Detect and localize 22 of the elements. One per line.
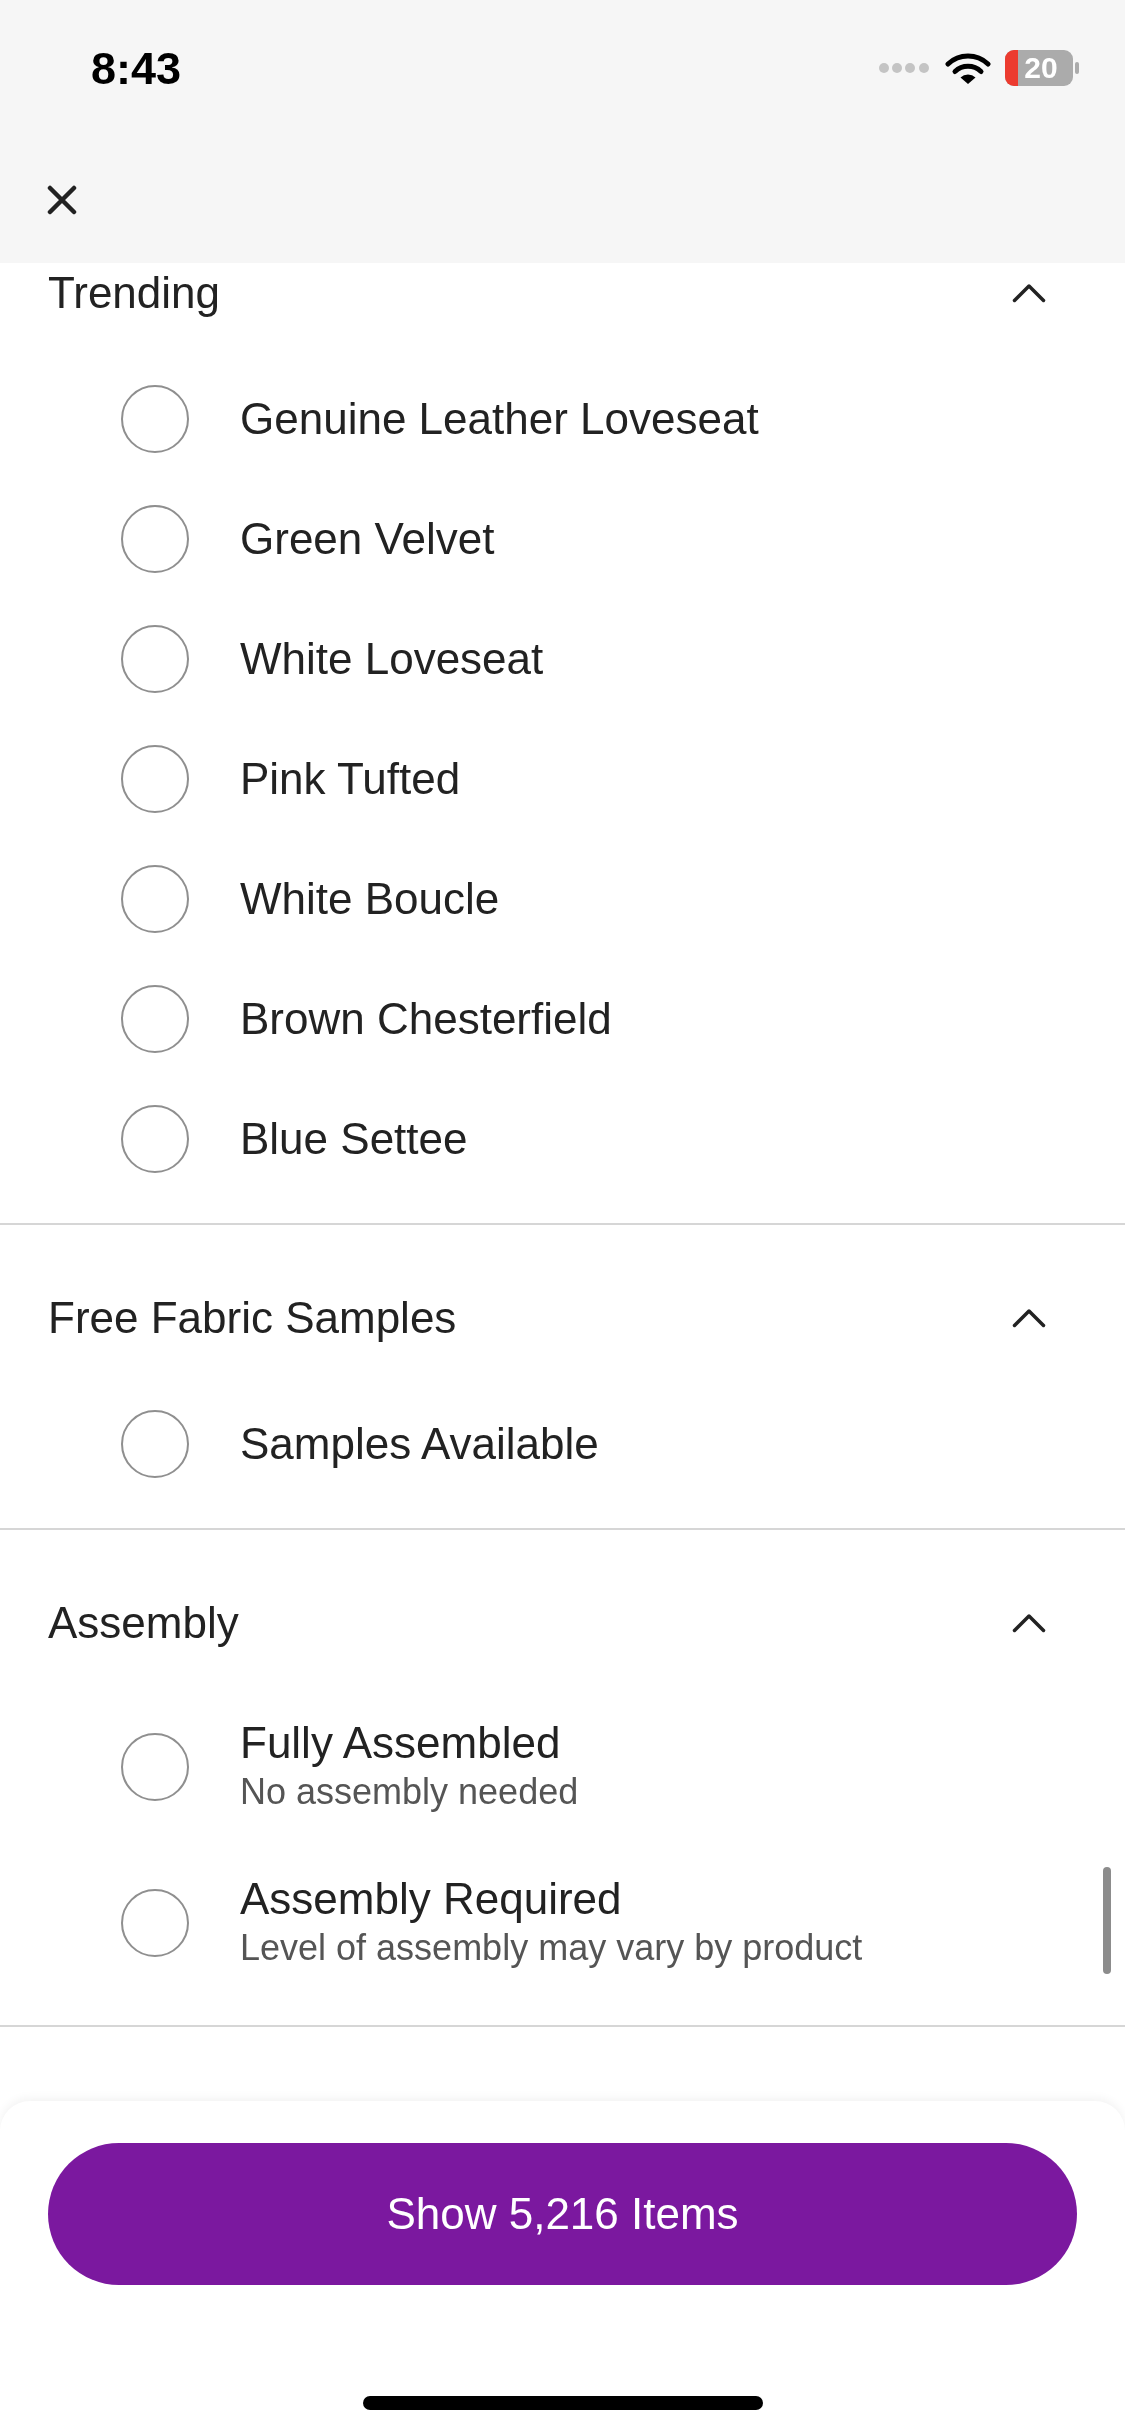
option-label[interactable]: Fully Assembled [240, 1718, 579, 1768]
close-icon [47, 184, 77, 215]
show-items-button[interactable]: Show 5,216 Items [48, 2143, 1077, 2285]
option-label[interactable]: Samples Available [240, 1419, 599, 1469]
option-label[interactable]: Assembly Required [240, 1874, 863, 1924]
status-time: 8:43 [91, 45, 182, 91]
option-label[interactable]: White Loveseat [240, 634, 544, 684]
option-label[interactable]: Green Velvet [240, 514, 495, 564]
option-label[interactable]: Blue Settee [240, 1114, 468, 1164]
option-label[interactable]: White Boucle [240, 874, 500, 924]
option-label[interactable]: Brown Chesterfield [240, 994, 612, 1044]
section-header[interactable]: Assembly [0, 1530, 1125, 1689]
section-header[interactable]: Trending [0, 263, 1125, 359]
section-header[interactable]: Free Fabric Samples [0, 1225, 1125, 1384]
battery-percentage: 20 [1024, 53, 1058, 83]
wifi-icon [945, 51, 991, 85]
option-description: Level of assembly may vary by product [240, 1926, 863, 1970]
signal-icon [878, 62, 930, 74]
option-label[interactable]: Pink Tufted [240, 754, 461, 804]
option-description: No assembly needed [240, 1770, 579, 1814]
option-label[interactable]: Genuine Leather Loveseat [240, 394, 759, 444]
battery-icon [1005, 50, 1079, 86]
